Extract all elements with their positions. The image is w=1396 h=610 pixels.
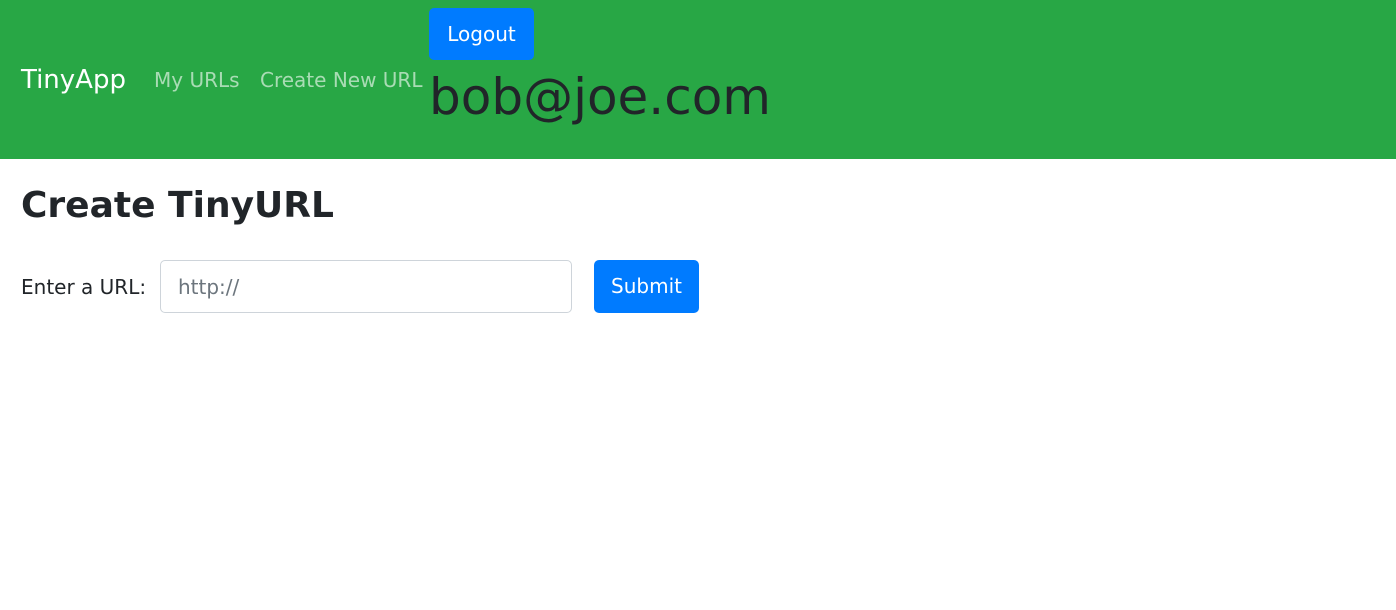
logout-button[interactable]: Logout <box>429 8 534 60</box>
top-navbar: TinyApp My URLs Create New URL Logout bo… <box>0 0 1396 159</box>
submit-button[interactable]: Submit <box>594 260 699 313</box>
nav-link-create-new-url[interactable]: Create New URL <box>260 66 422 94</box>
url-input[interactable] <box>160 260 572 313</box>
url-label: Enter a URL: <box>21 275 147 299</box>
page-title: Create TinyURL <box>21 185 334 226</box>
brand-link[interactable]: TinyApp <box>21 62 126 98</box>
user-email: bob@joe.com <box>429 68 771 126</box>
nav-link-my-urls[interactable]: My URLs <box>154 66 240 94</box>
